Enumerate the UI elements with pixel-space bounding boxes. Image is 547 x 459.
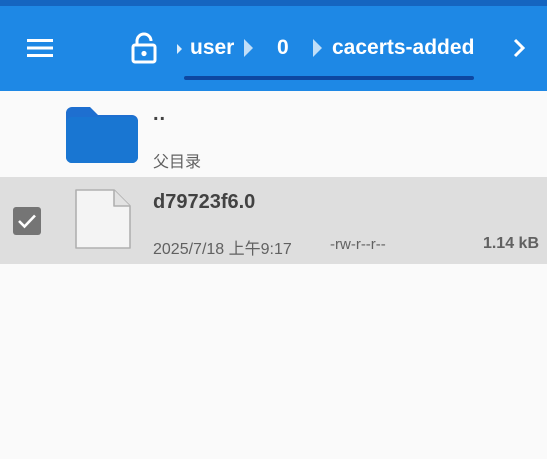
file-select-checkbox[interactable] bbox=[13, 207, 41, 235]
breadcrumb-item-0[interactable]: 0 bbox=[277, 35, 289, 61]
breadcrumb-item-cacerts-added[interactable]: cacerts-added bbox=[332, 35, 474, 61]
parent-directory-name: .. bbox=[153, 103, 167, 125]
app-bar: user 0 cacerts-added bbox=[0, 6, 547, 91]
parent-directory-label: 父目录 bbox=[153, 154, 202, 171]
list-item-file[interactable]: d79723f6.0 2025/7/18 上午9:17 -rw-r--r-- 1… bbox=[0, 177, 547, 264]
list-item-parent-directory[interactable]: .. 父目录 bbox=[0, 91, 547, 177]
root-lock-button[interactable] bbox=[126, 28, 162, 68]
file-icon bbox=[75, 189, 131, 249]
breadcrumb-separator-icon bbox=[244, 39, 253, 57]
file-manager-app: user 0 cacerts-added .. 父目录 d79723f6.0 2… bbox=[0, 0, 547, 459]
file-permissions: -rw-r--r-- bbox=[330, 236, 386, 253]
chevron-right-icon bbox=[513, 38, 526, 58]
breadcrumb-separator-icon bbox=[313, 39, 322, 57]
unlock-icon bbox=[131, 32, 157, 64]
breadcrumb-scroll-button[interactable] bbox=[505, 32, 533, 64]
breadcrumb-separator-icon bbox=[177, 44, 182, 54]
breadcrumb-current-indicator bbox=[184, 76, 474, 80]
menu-button[interactable] bbox=[22, 30, 58, 66]
hamburger-menu-icon bbox=[27, 39, 53, 57]
file-modified-date: 2025/7/18 上午9:17 bbox=[153, 241, 292, 258]
folder-icon bbox=[66, 107, 138, 163]
file-size: 1.14 kB bbox=[482, 235, 539, 252]
checkmark-icon bbox=[18, 214, 36, 229]
breadcrumb-item-user[interactable]: user bbox=[190, 35, 234, 61]
file-name: d79723f6.0 bbox=[153, 191, 256, 213]
